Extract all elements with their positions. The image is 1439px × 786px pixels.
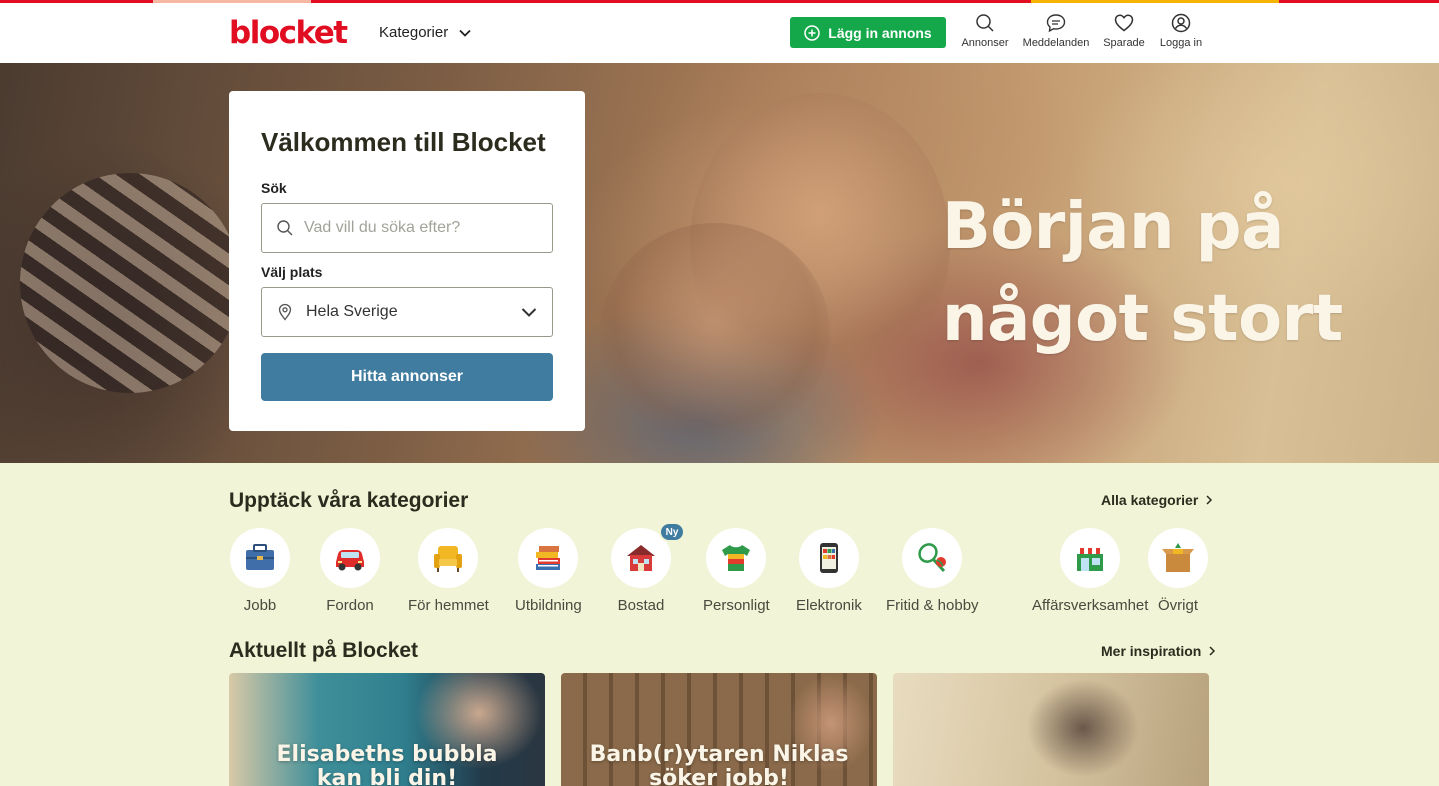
shop-icon <box>1076 548 1105 571</box>
find-ads-button[interactable]: Hitta annonser <box>261 353 553 401</box>
house-icon <box>627 545 655 571</box>
search-icon <box>976 14 994 32</box>
phone-icon <box>819 543 838 573</box>
category-affarsverksamhet[interactable]: Affärsverksamhet <box>1032 528 1148 615</box>
search-input[interactable] <box>304 219 538 237</box>
nav-ads-label: Annonser <box>961 37 1009 49</box>
user-icon <box>1171 13 1191 33</box>
hero-headline-line2: något stort <box>942 282 1343 356</box>
article-card-3[interactable] <box>893 673 1209 786</box>
location-label: Välj plats <box>261 264 323 280</box>
article-title-line2: söker jobb! <box>649 766 789 786</box>
category-personligt[interactable]: Personligt <box>703 528 770 615</box>
heart-icon <box>1114 14 1134 32</box>
site-header: blocket Kategorier Lägg in annons Annons… <box>0 3 1439 63</box>
category-label: Affärsverksamhet <box>1032 597 1149 614</box>
box-icon <box>1162 543 1194 572</box>
hero-banner: Början på något stort <box>0 63 1439 463</box>
books-icon <box>536 546 561 570</box>
new-badge: Ny <box>659 522 685 542</box>
hero-headline-line1: Början på <box>942 190 1284 264</box>
post-ad-button[interactable]: Lägg in annons <box>790 17 946 48</box>
nav-messages[interactable]: Meddelanden <box>1021 13 1091 49</box>
chevron-right-icon <box>1209 646 1216 656</box>
category-label: Övrigt <box>1157 597 1198 614</box>
category-hemmet[interactable]: För hemmet <box>408 528 489 615</box>
categories-menu-button[interactable]: Kategorier <box>379 21 472 45</box>
category-label: Personligt <box>703 597 770 614</box>
more-inspiration-link[interactable]: Mer inspiration <box>1101 641 1217 661</box>
briefcase-icon <box>246 544 274 570</box>
categories-menu-label: Kategorier <box>379 24 449 41</box>
article-title-line1: Elisabeths bubbla <box>276 742 498 767</box>
armchair-icon <box>434 546 463 572</box>
location-select[interactable]: Hela Sverige <box>261 287 553 337</box>
article-title-line1: Banb(r)ytaren Niklas <box>589 742 849 767</box>
article-card-2[interactable]: Banb(r)ytaren Niklas söker jobb! <box>561 673 877 786</box>
category-jobb[interactable]: Jobb <box>230 528 290 615</box>
category-label: För hemmet <box>408 597 489 614</box>
category-label: Utbildning <box>515 597 582 614</box>
article-card-1[interactable]: Elisabeths bubbla kan bli din! <box>229 673 545 786</box>
post-ad-label: Lägg in annons <box>828 24 932 41</box>
nav-ads[interactable]: Annonser <box>950 13 1020 49</box>
category-label: Elektronik <box>796 597 862 614</box>
all-categories-label: Alla kategorier <box>1101 492 1199 508</box>
tshirt-icon <box>722 545 751 571</box>
hero-photo-figure-2 <box>600 223 830 443</box>
nav-login-label: Logga in <box>1159 37 1203 49</box>
categories-title: Upptäck våra kategorier <box>229 489 469 512</box>
category-fordon[interactable]: Fordon <box>320 528 380 615</box>
car-icon <box>336 550 364 571</box>
category-label: Fordon <box>326 597 374 614</box>
article-title-line2: kan bli din! <box>316 766 458 786</box>
category-label: Fritid & hobby <box>886 597 979 614</box>
message-icon <box>1046 14 1066 33</box>
hero-photo-pillow <box>20 173 240 393</box>
search-field[interactable] <box>261 203 553 253</box>
category-bostad[interactable]: Ny Bostad <box>611 522 685 615</box>
hero-headline: Början på något stort <box>942 181 1343 365</box>
inspiration-title: Aktuellt på Blocket <box>229 639 419 662</box>
chevron-down-icon <box>521 308 537 317</box>
category-label: Jobb <box>243 597 277 614</box>
tennis-icon <box>918 543 947 573</box>
category-utbildning[interactable]: Utbildning <box>515 528 582 615</box>
location-value: Hela Sverige <box>306 303 398 320</box>
category-label: Bostad <box>617 597 665 614</box>
chevron-right-icon <box>1206 495 1213 505</box>
more-inspiration-label: Mer inspiration <box>1101 643 1202 659</box>
article-title: Elisabeths bubbla kan bli din! <box>229 743 545 786</box>
nav-login[interactable]: Logga in <box>1146 13 1216 49</box>
article-title: Banb(r)ytaren Niklas söker jobb! <box>561 743 877 786</box>
category-ovrigt[interactable]: Övrigt <box>1148 528 1208 615</box>
category-fritid[interactable]: Fritid & hobby <box>886 528 979 615</box>
nav-saved-label: Sparade <box>1103 37 1145 49</box>
nav-messages-label: Meddelanden <box>1022 37 1090 49</box>
blocket-logo[interactable]: blocket <box>229 15 348 51</box>
category-elektronik[interactable]: Elektronik <box>796 528 862 615</box>
welcome-title: Välkommen till Blocket <box>261 127 546 157</box>
plus-circle-icon <box>804 24 821 41</box>
all-categories-link[interactable]: Alla kategorier <box>1101 490 1214 510</box>
chevron-down-icon <box>459 29 471 37</box>
search-icon <box>277 220 293 236</box>
location-pin-icon <box>278 303 292 321</box>
search-card: Välkommen till Blocket Sök Välj plats He… <box>229 91 585 431</box>
search-label: Sök <box>261 180 287 196</box>
